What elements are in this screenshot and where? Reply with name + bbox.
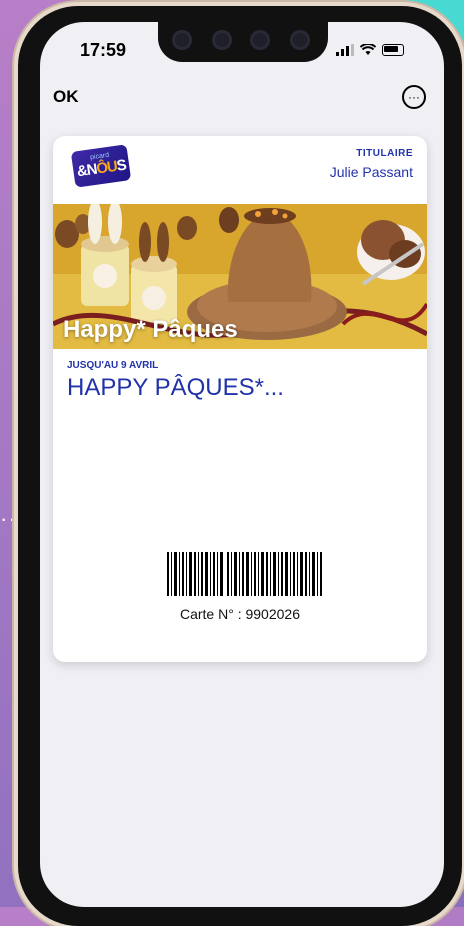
- signal-icon: [336, 44, 354, 56]
- status-time: 17:59: [80, 40, 127, 60]
- offer-deadline: JUSQU'AU 9 AVRIL: [67, 360, 159, 371]
- barcode: [167, 552, 322, 596]
- brand-logo: picard &NÔUS: [70, 144, 132, 188]
- more-options-icon[interactable]: ···: [402, 85, 426, 109]
- battery-icon: [382, 44, 404, 56]
- easter-banner-image: Happy* Pâques: [53, 204, 427, 349]
- card-number: Carte N° : 9902026: [179, 606, 300, 622]
- sensor-icon: [250, 30, 270, 50]
- banner-title: Happy* Pâques: [63, 316, 238, 343]
- offer-title: HAPPY PÂQUES*...: [67, 374, 284, 401]
- holder-name: Julie Passant: [329, 164, 413, 180]
- camera-icon: [290, 30, 310, 50]
- sensor-icon: [212, 30, 232, 50]
- wallet-pass-card[interactable]: picard &NÔUS TITULAIRE Julie Passant Hap…: [53, 136, 427, 662]
- status-icons: [336, 44, 404, 56]
- background-dots: ··: [0, 506, 17, 531]
- camera-icon: [172, 30, 192, 50]
- holder-label: TITULAIRE: [356, 148, 413, 159]
- wifi-icon: [360, 44, 376, 55]
- ok-button[interactable]: OK: [53, 87, 79, 107]
- phone-notch: [158, 22, 328, 62]
